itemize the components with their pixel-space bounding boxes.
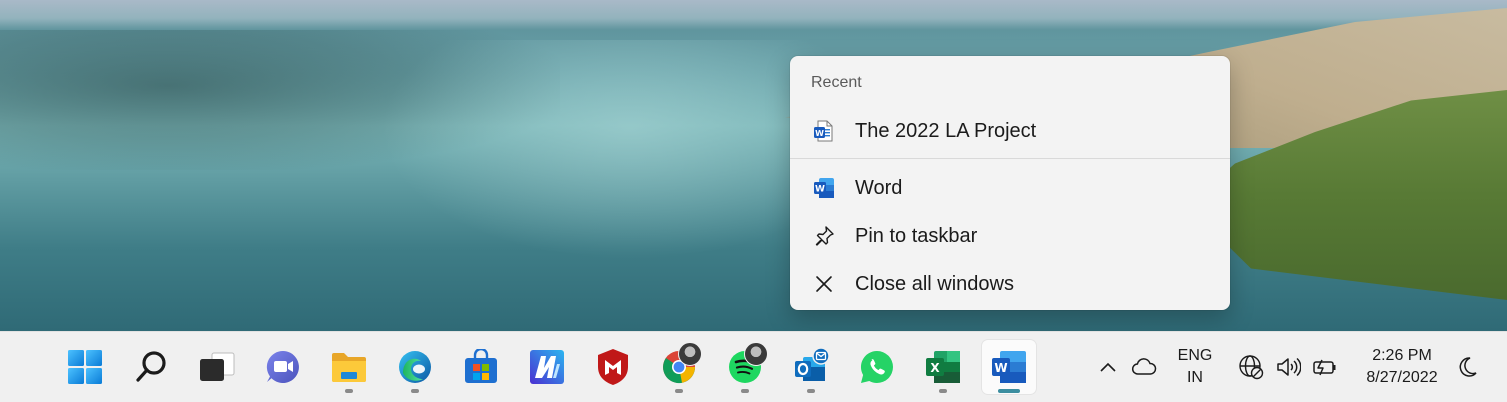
file-explorer-button[interactable] bbox=[322, 340, 376, 394]
microsoft-store-button[interactable] bbox=[454, 340, 508, 394]
active-indicator bbox=[998, 389, 1020, 393]
svg-text:X: X bbox=[930, 361, 940, 375]
close-all-windows-item[interactable]: Close all windows bbox=[800, 264, 1220, 304]
running-indicator bbox=[939, 389, 947, 393]
svg-text:W: W bbox=[994, 361, 1007, 375]
pin-to-taskbar-label: Pin to taskbar bbox=[855, 224, 978, 247]
search-icon bbox=[136, 351, 166, 382]
cloud-icon bbox=[1131, 358, 1157, 375]
task-view-icon bbox=[200, 352, 235, 381]
teams-chat-button[interactable] bbox=[256, 340, 310, 394]
svg-text:W: W bbox=[815, 185, 825, 195]
profile-avatar bbox=[744, 342, 768, 366]
desktop-wallpaper bbox=[0, 0, 1507, 331]
open-word-label: Word bbox=[855, 176, 903, 199]
chrome-button[interactable] bbox=[652, 340, 706, 394]
battery-button[interactable] bbox=[1308, 332, 1340, 402]
word-icon: W bbox=[992, 351, 1026, 383]
pin-to-taskbar-item[interactable]: Pin to taskbar bbox=[800, 216, 1220, 256]
m-app-button[interactable] bbox=[520, 340, 574, 394]
folder-icon bbox=[332, 353, 366, 382]
excel-icon: X bbox=[926, 351, 960, 383]
globe-no-internet-icon bbox=[1239, 355, 1264, 380]
outlook-button[interactable] bbox=[784, 340, 838, 394]
speaker-icon bbox=[1277, 357, 1301, 377]
whatsapp-button[interactable] bbox=[850, 340, 904, 394]
running-indicator bbox=[675, 389, 683, 393]
open-word-item[interactable]: W Word bbox=[800, 168, 1220, 208]
chat-camera-icon bbox=[266, 350, 299, 383]
word-document-icon: W bbox=[812, 119, 836, 143]
edge-icon bbox=[399, 351, 431, 383]
language-indicator[interactable]: ENG IN bbox=[1168, 332, 1222, 402]
search-button[interactable] bbox=[124, 340, 178, 394]
m-logo-icon bbox=[530, 350, 564, 384]
clock[interactable]: 2:26 PM 8/27/2022 bbox=[1350, 332, 1454, 402]
svg-text:W: W bbox=[815, 129, 824, 138]
windows-logo-icon bbox=[68, 350, 102, 384]
recent-file-item[interactable]: W The 2022 LA Project bbox=[800, 111, 1220, 151]
word-app-icon: W bbox=[812, 176, 836, 200]
close-icon bbox=[812, 272, 836, 296]
onedrive-button[interactable] bbox=[1128, 332, 1160, 402]
spotify-button[interactable] bbox=[718, 340, 772, 394]
sky-band bbox=[0, 0, 1507, 30]
running-indicator bbox=[345, 389, 353, 393]
excel-button[interactable]: X bbox=[916, 340, 970, 394]
outlook-icon bbox=[795, 347, 830, 381]
jump-list-divider bbox=[790, 158, 1230, 159]
profile-avatar bbox=[678, 342, 702, 366]
running-indicator bbox=[411, 389, 419, 393]
taskbar: X W ENG IN 2:26 PM 8/27/2022 bbox=[0, 331, 1507, 402]
language-code: ENG bbox=[1177, 347, 1213, 364]
close-all-windows-label: Close all windows bbox=[855, 272, 1014, 295]
pin-icon bbox=[812, 224, 836, 248]
moon-icon bbox=[1459, 357, 1477, 377]
start-button[interactable] bbox=[58, 340, 112, 394]
jump-list-heading: Recent bbox=[811, 74, 862, 91]
network-button[interactable] bbox=[1236, 332, 1266, 402]
store-icon bbox=[465, 349, 497, 383]
word-button[interactable]: W bbox=[982, 340, 1036, 394]
focus-assist-button[interactable] bbox=[1454, 332, 1482, 402]
running-indicator bbox=[807, 389, 815, 393]
edge-button[interactable] bbox=[388, 340, 442, 394]
mcafee-shield-icon bbox=[598, 349, 628, 385]
volume-button[interactable] bbox=[1272, 332, 1304, 402]
recent-file-label: The 2022 LA Project bbox=[855, 119, 1037, 142]
chevron-up-icon bbox=[1100, 362, 1116, 372]
show-hidden-icons-button[interactable] bbox=[1094, 332, 1122, 402]
clock-time: 2:26 PM bbox=[1372, 347, 1432, 364]
region-code: IN bbox=[1186, 369, 1203, 386]
word-jump-list: Recent W The 2022 LA Project W Word Pin … bbox=[790, 56, 1230, 310]
whatsapp-icon bbox=[860, 350, 893, 383]
running-indicator bbox=[741, 389, 749, 393]
task-view-button[interactable] bbox=[190, 340, 244, 394]
clock-date: 8/27/2022 bbox=[1366, 369, 1438, 386]
battery-charging-icon bbox=[1313, 359, 1336, 376]
mcafee-button[interactable] bbox=[586, 340, 640, 394]
